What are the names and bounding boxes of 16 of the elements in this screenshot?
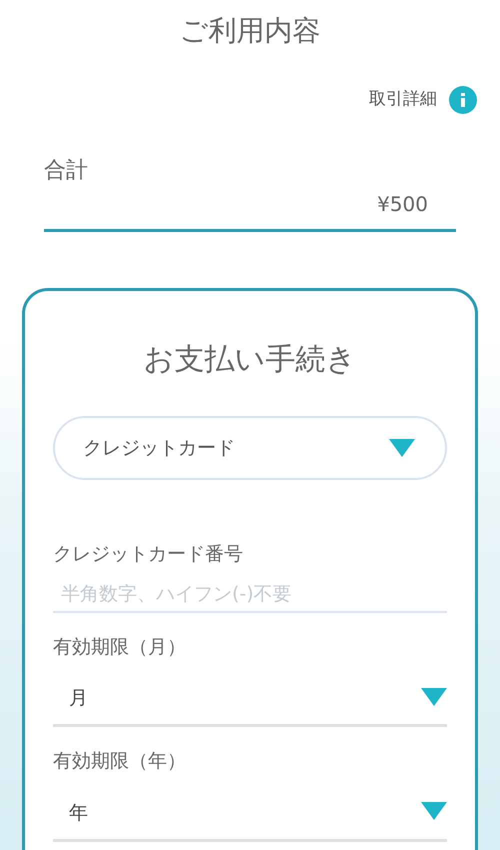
dropdown-triangle-icon [421, 688, 447, 706]
payment-title: お支払い手続き [142, 341, 358, 379]
expiry-select[interactable]: 年 [53, 788, 447, 842]
total-amount: ¥500 [377, 191, 428, 218]
expiry-select[interactable]: 月 [53, 673, 447, 727]
field-label: 有効期限（月） [53, 634, 187, 660]
field-label: クレジットカード番号 [53, 542, 244, 567]
page-title: ご利用内容 [178, 13, 322, 49]
card-number-field[interactable]: 半角数字、ハイフン(-)不要 [53, 576, 447, 612]
dropdown-triangle-icon [389, 439, 415, 457]
payment-method-select[interactable]: クレジットカード [53, 416, 447, 480]
field-label: 有効期限（年） [53, 749, 187, 774]
info-icon[interactable] [449, 86, 477, 114]
dropdown-triangle-icon [421, 802, 447, 820]
total-label: 合計 [44, 157, 89, 185]
transaction-details-link[interactable]: 取引詳細 [369, 87, 437, 113]
